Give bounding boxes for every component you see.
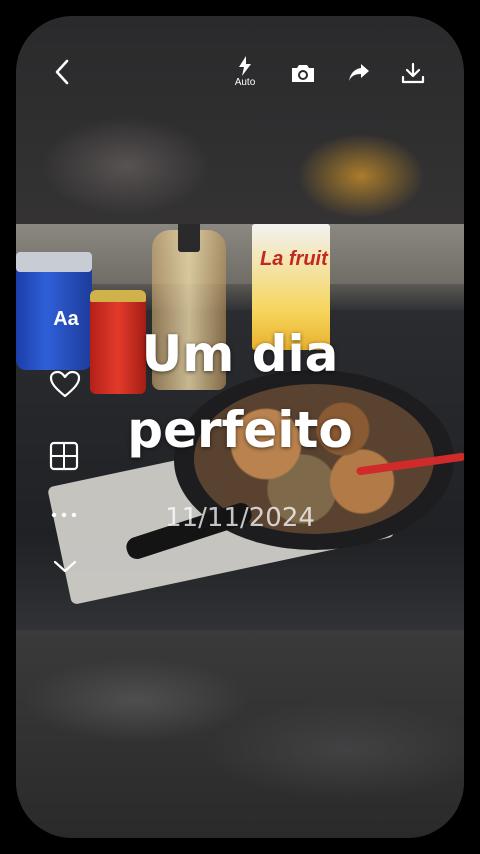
back-button[interactable]: [46, 56, 78, 88]
download-icon: [401, 62, 425, 84]
layout-grid-icon: [49, 441, 79, 471]
favorite-button[interactable]: [48, 368, 82, 400]
collapse-toolbar-button[interactable]: [50, 554, 80, 580]
layout-button[interactable]: [48, 440, 80, 472]
blurred-background: [16, 630, 464, 838]
share-button[interactable]: [344, 58, 374, 88]
more-dots-icon: [51, 512, 77, 518]
camera-icon: [292, 65, 314, 82]
flash-mode-label: Auto: [234, 77, 256, 88]
flash-auto-button[interactable]: Auto: [228, 54, 262, 90]
flash-auto-icon: [239, 56, 251, 76]
chevron-down-icon: [53, 560, 77, 573]
carton-logo: La fruit: [260, 248, 328, 270]
heart-icon: [49, 370, 81, 398]
more-options-button[interactable]: [48, 502, 80, 528]
share-icon: [349, 64, 369, 81]
camera-button[interactable]: [288, 58, 318, 88]
story-title-line-1[interactable]: Um dia: [16, 326, 464, 382]
story-title-line-2[interactable]: perfeito: [16, 402, 464, 458]
chevron-left-icon: [55, 59, 69, 85]
download-button[interactable]: [398, 58, 428, 88]
story-date[interactable]: 11/11/2024: [16, 503, 464, 533]
text-style-button[interactable]: Aa: [46, 304, 86, 334]
